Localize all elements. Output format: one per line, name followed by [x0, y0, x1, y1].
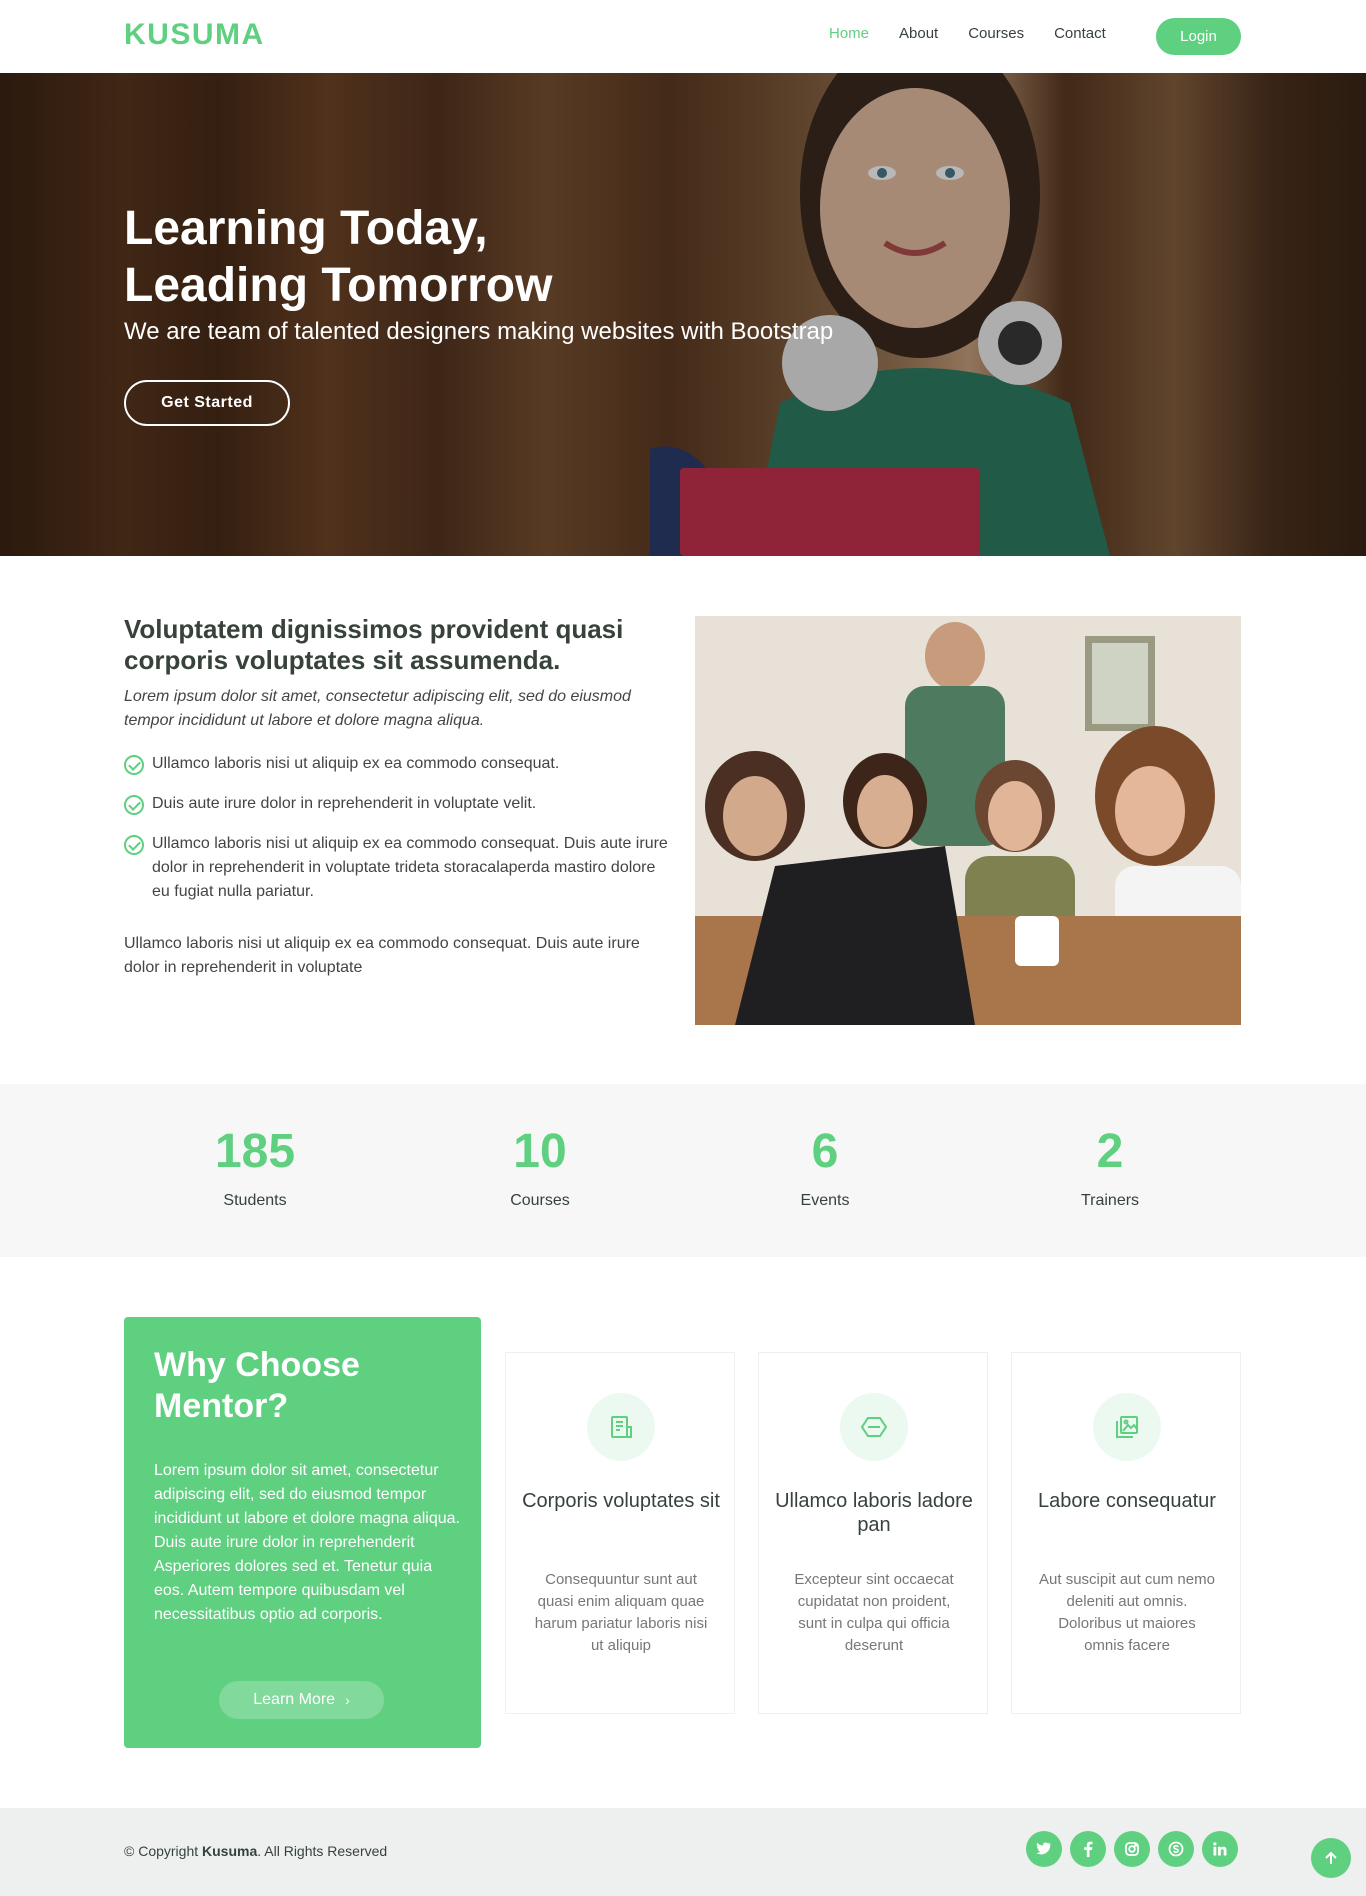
count-value: 2	[1096, 1125, 1124, 1178]
list-item: Ullamco laboris nisi ut aliquip ex ea co…	[124, 832, 669, 904]
count-label: Students	[223, 1192, 287, 1209]
copyright-brand: Kusuma	[202, 1843, 258, 1859]
nav-about[interactable]: About	[899, 25, 938, 42]
logo[interactable]: KUSUMA	[124, 18, 265, 52]
login-button[interactable]: Login	[1156, 18, 1241, 55]
main-nav: Home About Courses Contact	[829, 25, 1136, 42]
count-courses: 10 Courses	[440, 1124, 640, 1210]
copyright: © Copyright Kusuma. All Rights Reserved	[124, 1843, 387, 1859]
copyright-suffix: . All Rights Reserved	[257, 1843, 388, 1859]
facebook-icon[interactable]	[1070, 1831, 1106, 1867]
card-title: Corporis voluptates sit	[522, 1490, 720, 1512]
about-list: Ullamco laboris nisi ut aliquip ex ea co…	[124, 752, 669, 920]
check-circle-icon	[124, 835, 144, 855]
list-item-text: Ullamco laboris nisi ut aliquip ex ea co…	[152, 835, 668, 900]
get-started-button[interactable]: Get Started	[124, 380, 290, 426]
list-item: Duis aute irure dolor in reprehenderit i…	[124, 792, 669, 816]
arrow-up-icon	[1325, 1851, 1337, 1864]
chevron-right-icon: ›	[345, 1692, 350, 1708]
cube-alt-icon	[840, 1393, 908, 1461]
list-item: Ullamco laboris nisi ut aliquip ex ea co…	[124, 752, 669, 776]
images-icon	[1093, 1393, 1161, 1461]
twitter-icon[interactable]	[1026, 1831, 1062, 1867]
feature-card: Labore consequatur Aut suscipit aut cum …	[1011, 1352, 1241, 1714]
count-label: Trainers	[1080, 1192, 1140, 1209]
count-label: Events	[800, 1192, 850, 1209]
site-header: KUSUMA Home About Courses Contact Login	[0, 0, 1366, 73]
card-text: Excepteur sint occaecat cupidatat non pr…	[794, 1571, 954, 1654]
about-title: Voluptatem dignissimos provident quasi c…	[124, 614, 624, 675]
hero-overlay	[0, 73, 1366, 556]
about-paragraph: Ullamco laboris nisi ut aliquip ex ea co…	[124, 935, 640, 976]
hero-title: Learning Today, Leading Tomorrow	[124, 200, 764, 314]
count-label: Courses	[510, 1192, 570, 1209]
hero-title-line-2: Leading Tomorrow	[124, 259, 553, 312]
linkedin-icon[interactable]	[1202, 1831, 1238, 1867]
back-to-top-button[interactable]	[1311, 1838, 1351, 1878]
count-trainers: 2 Trainers	[1010, 1124, 1210, 1210]
check-circle-icon	[124, 795, 144, 815]
copyright-prefix: © Copyright	[124, 1843, 199, 1859]
social-links	[1026, 1831, 1246, 1867]
hero-section: Learning Today, Leading Tomorrow We are …	[0, 73, 1366, 556]
counts-section: 185 Students 10 Courses 6 Events 2 Train…	[0, 1084, 1366, 1257]
skype-icon[interactable]	[1158, 1831, 1194, 1867]
hero-subtitle: We are team of talented designers making…	[124, 318, 834, 345]
learn-more-button[interactable]: Learn More ›	[219, 1681, 384, 1719]
nav-home[interactable]: Home	[829, 25, 869, 42]
list-item-text: Ullamco laboris nisi ut aliquip ex ea co…	[152, 755, 560, 772]
card-text: Aut suscipit aut cum nemo deleniti aut o…	[1039, 1571, 1215, 1654]
learn-more-label: Learn More	[253, 1691, 336, 1708]
why-text: Lorem ipsum dolor sit amet, consectetur …	[154, 1462, 460, 1623]
count-students: 185 Students	[155, 1124, 355, 1210]
card-text: Consequuntur sunt aut quasi enim aliquam…	[534, 1571, 708, 1654]
hero-title-line-1: Learning Today,	[124, 202, 488, 255]
about-lead: Lorem ipsum dolor sit amet, consectetur …	[124, 688, 631, 729]
receipt-icon	[587, 1393, 655, 1461]
why-title: Why Choose Mentor?	[154, 1346, 360, 1425]
site-footer: © Copyright Kusuma. All Rights Reserved	[0, 1808, 1366, 1896]
card-title: Ullamco laboris ladore pan	[775, 1490, 973, 1536]
why-choose-box: Why Choose Mentor? Lorem ipsum dolor sit…	[124, 1317, 481, 1748]
nav-contact[interactable]: Contact	[1054, 25, 1106, 42]
card-title: Labore consequatur	[1038, 1490, 1216, 1512]
count-events: 6 Events	[725, 1124, 925, 1210]
feature-card: Ullamco laboris ladore pan Excepteur sin…	[758, 1352, 988, 1714]
nav-courses[interactable]: Courses	[968, 25, 1024, 42]
count-value: 185	[214, 1125, 296, 1178]
check-circle-icon	[124, 755, 144, 775]
about-group-image	[695, 616, 1241, 1025]
count-value: 10	[513, 1125, 567, 1178]
count-value: 6	[811, 1125, 839, 1178]
feature-card: Corporis voluptates sit Consequuntur sun…	[505, 1352, 735, 1714]
instagram-icon[interactable]	[1114, 1831, 1150, 1867]
list-item-text: Duis aute irure dolor in reprehenderit i…	[152, 795, 537, 812]
